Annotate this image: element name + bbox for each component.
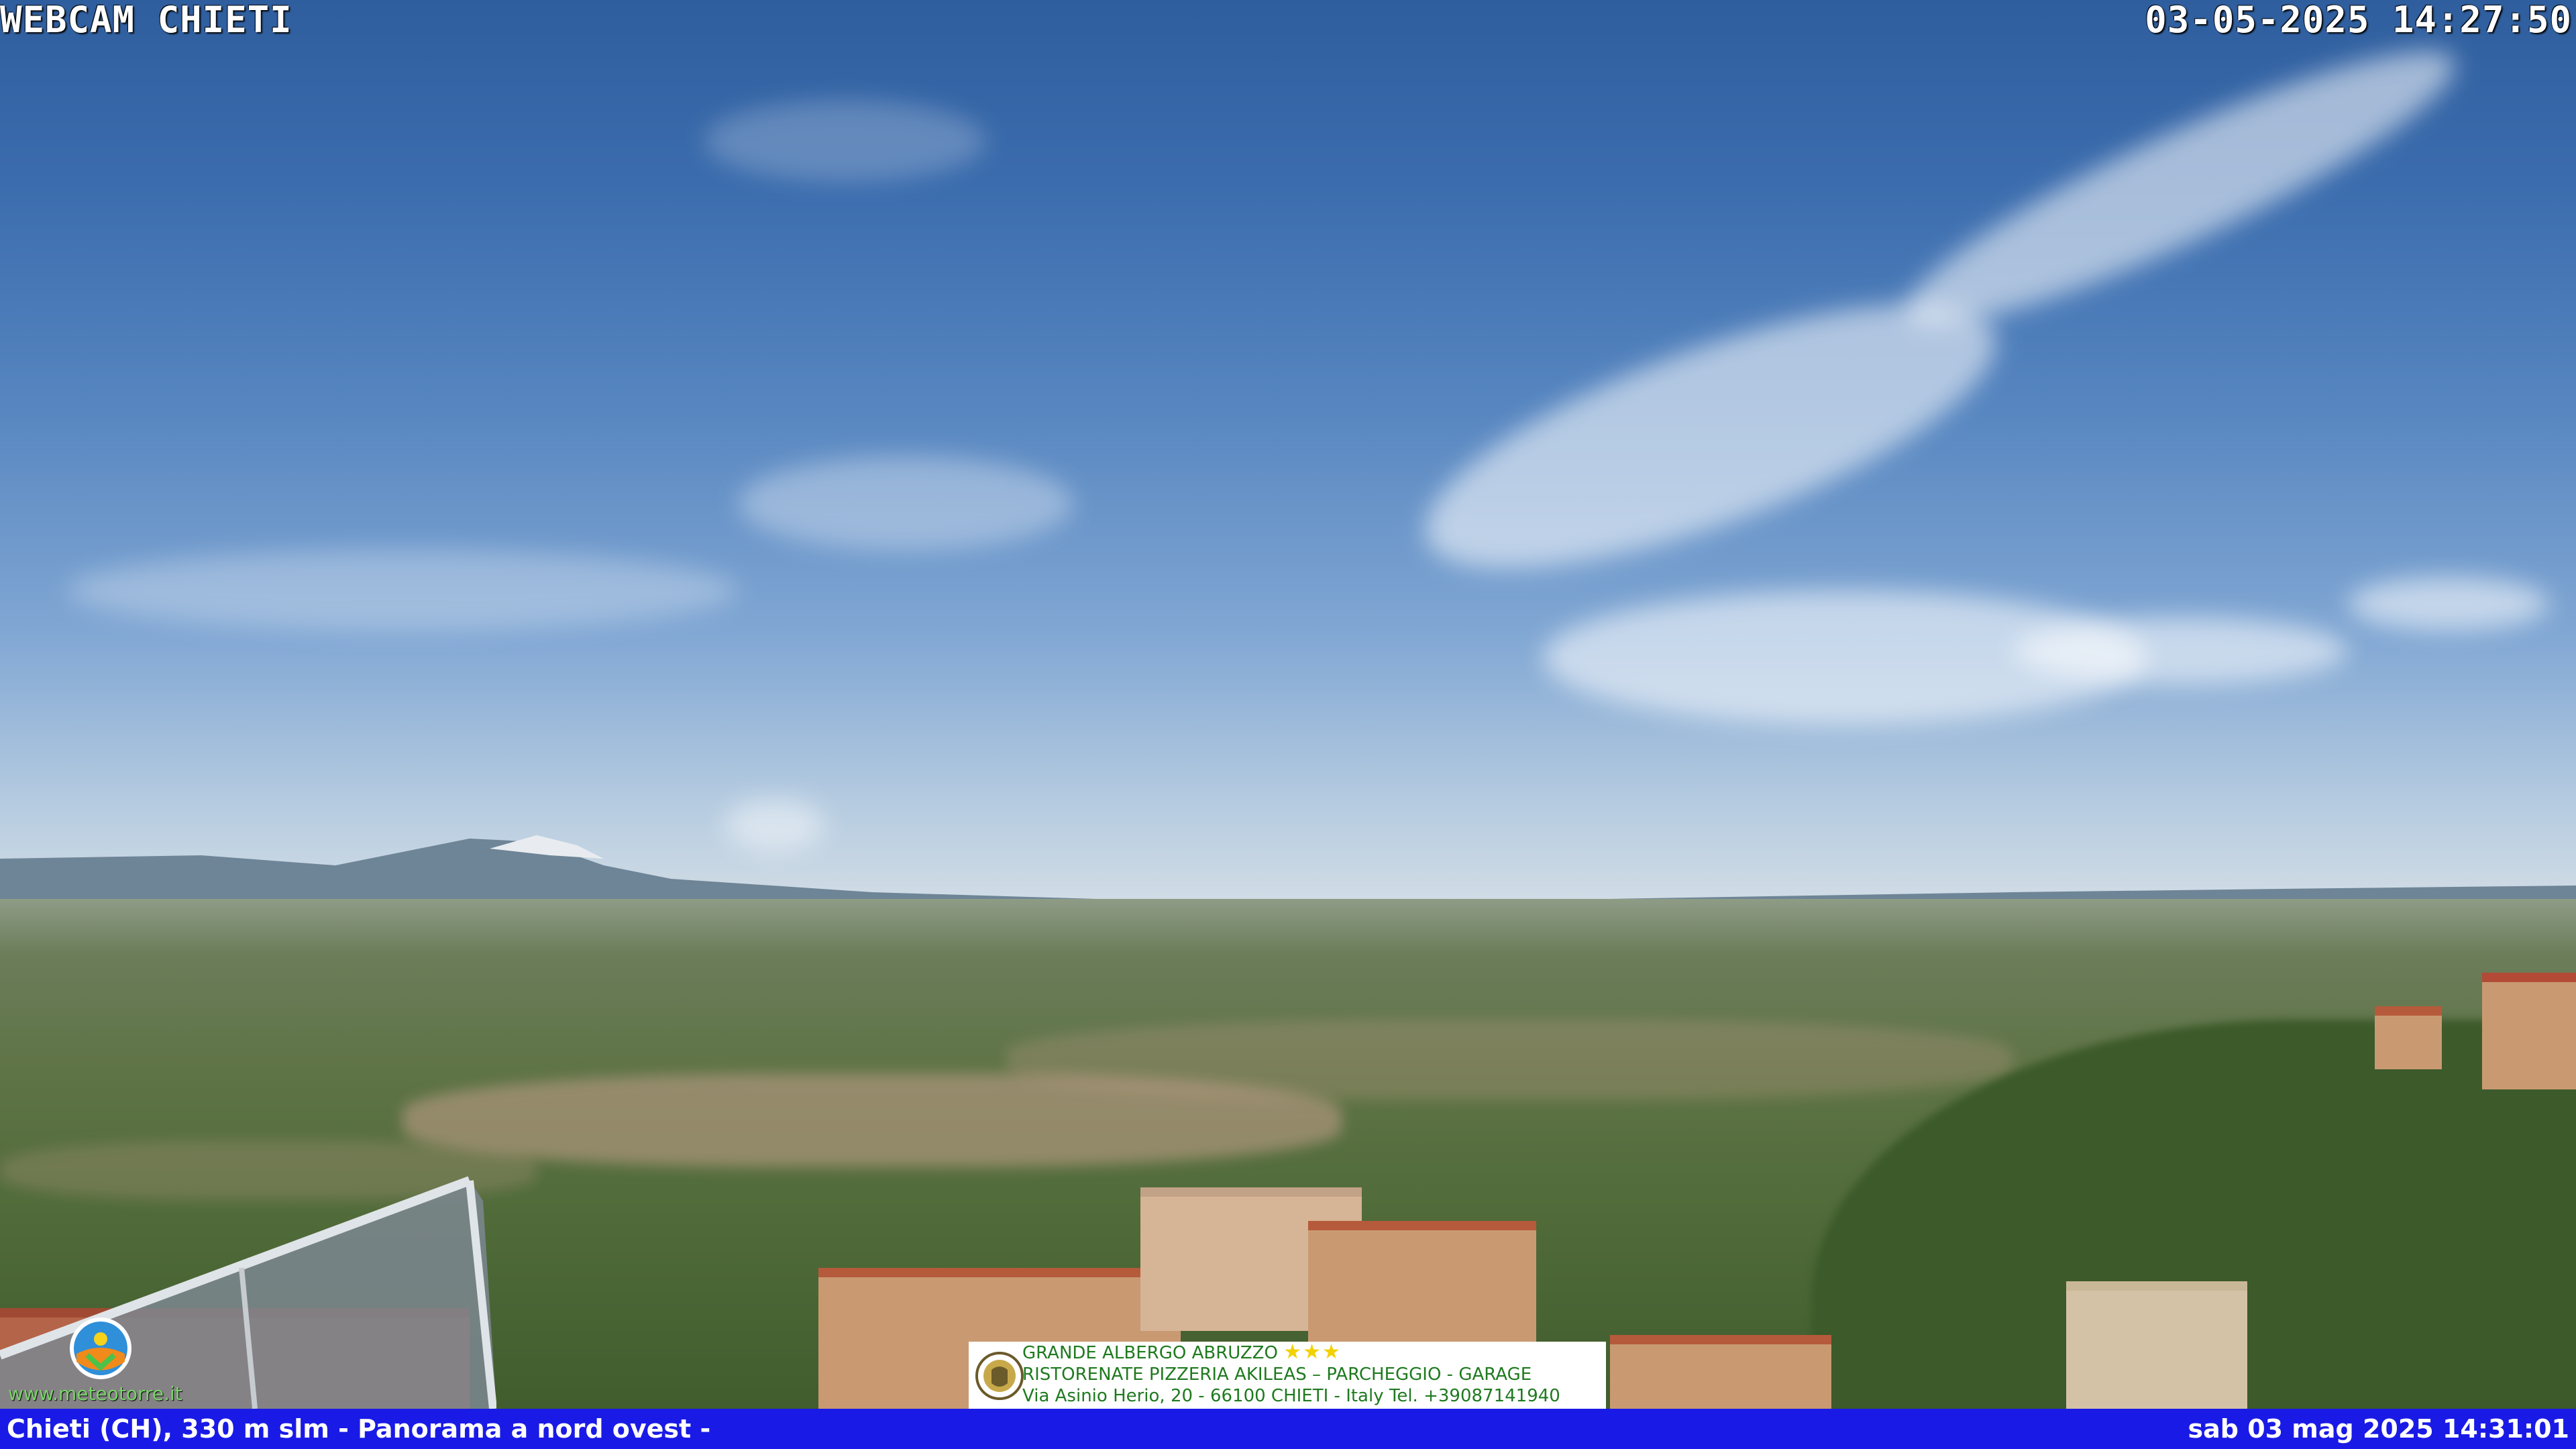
cloud xyxy=(2348,577,2549,631)
ad-hotel-name: GRANDE ALBERGO ABRUZZO xyxy=(1022,1343,1278,1363)
cloud xyxy=(67,550,738,631)
star-rating-icon: ★★★ xyxy=(1283,1340,1342,1364)
location-caption: Chieti (CH), 330 m slm - Panorama a nord… xyxy=(7,1414,711,1444)
webcam-title: WEBCAM CHIETI xyxy=(0,0,292,41)
city-area xyxy=(1006,1020,2012,1100)
building xyxy=(2066,1281,2247,1418)
weather-station-logo-icon xyxy=(70,1318,131,1379)
building xyxy=(1308,1221,1536,1344)
ad-line-address: Via Asinio Herio, 20 - 66100 CHIETI - It… xyxy=(1022,1386,1560,1406)
cloud xyxy=(2012,617,2348,684)
cloud xyxy=(738,456,1073,550)
building xyxy=(2482,973,2576,1089)
logo-url[interactable]: www.meteotorre.it xyxy=(8,1382,182,1406)
crest-seal-icon xyxy=(975,1352,1024,1400)
building xyxy=(1610,1335,1831,1418)
page-datetime: sab 03 mag 2025 14:31:01 xyxy=(2188,1414,2570,1444)
info-bar: Chieti (CH), 330 m slm - Panorama a nord… xyxy=(0,1409,2576,1449)
building xyxy=(2375,1006,2442,1069)
ad-line-hotel: GRANDE ALBERGO ABRUZZO ★★★ xyxy=(1022,1342,1606,1364)
capture-timestamp: 03-05-2025 14:27:50 xyxy=(2145,0,2572,41)
webcam-frame: WEBCAM CHIETI 03-05-2025 14:27:50 www.me… xyxy=(0,0,2576,1449)
cloud xyxy=(704,101,986,181)
ad-line-services: RISTORENATE PIZZERIA AKILEAS – PARCHEGGI… xyxy=(1022,1364,1532,1385)
hotel-advertisement[interactable]: GRANDE ALBERGO ABRUZZO ★★★ RISTORENATE P… xyxy=(969,1342,1606,1409)
